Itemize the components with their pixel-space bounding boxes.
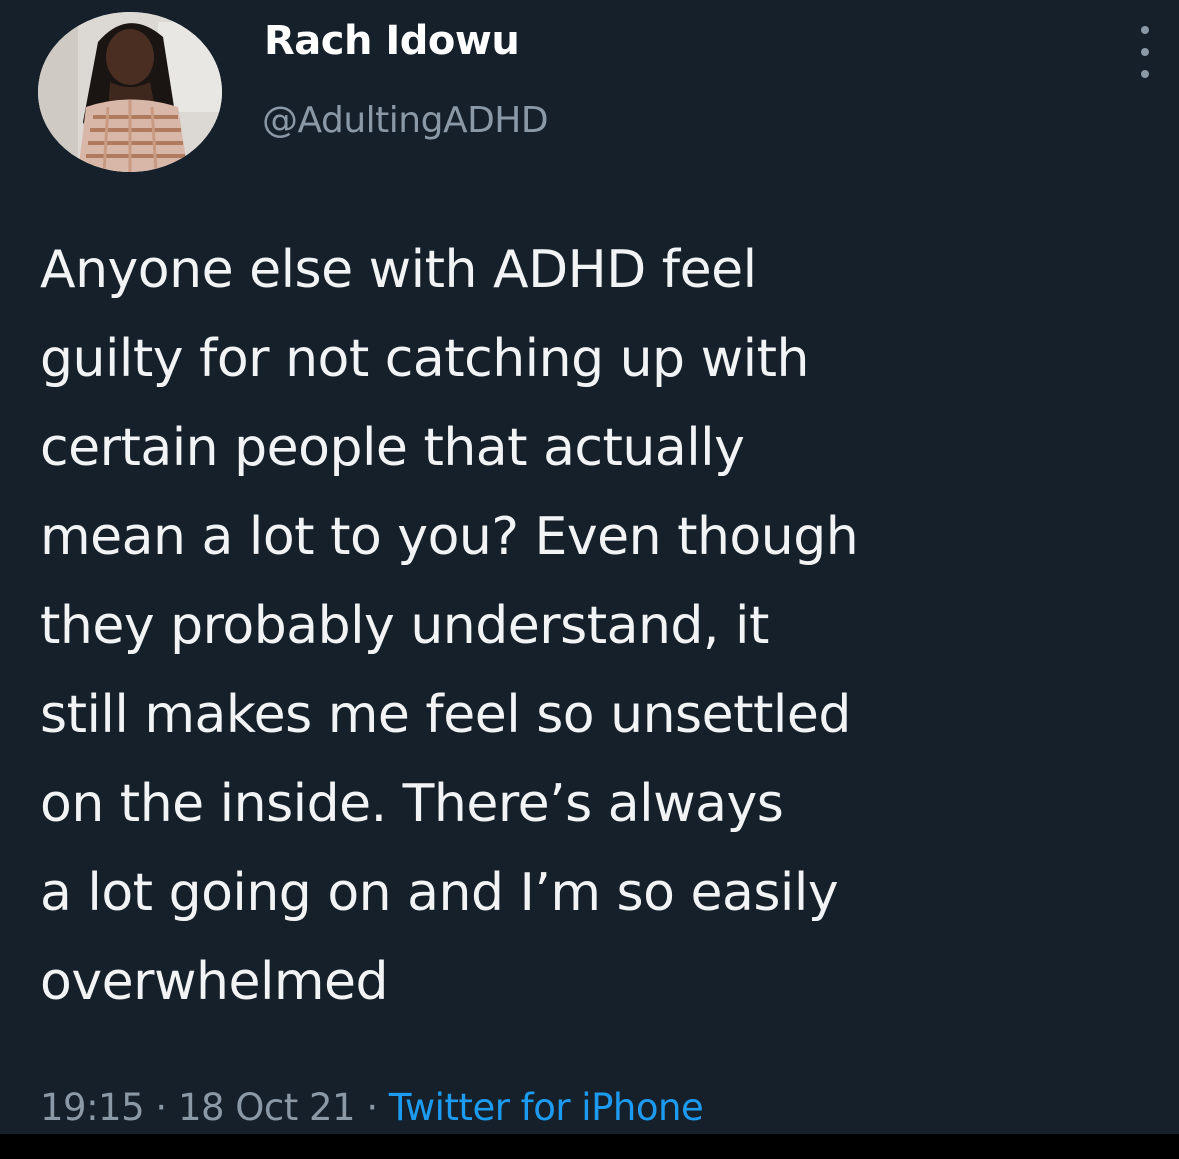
more-options-button[interactable] <box>1130 22 1160 82</box>
tweet-meta: 19:15 · 18 Oct 21 · Twitter for iPhone <box>40 1086 704 1129</box>
tweet-text-line: certain people that actually <box>40 418 745 478</box>
tweet-text-line: still makes me feel so unsettled <box>40 685 851 745</box>
meta-separator: · <box>155 1086 167 1129</box>
author-display-name[interactable]: Rach Idowu <box>264 18 520 64</box>
meta-separator: · <box>366 1086 378 1129</box>
profile-photo-icon <box>38 12 222 172</box>
tweet-text-line: they probably understand, it <box>40 596 769 656</box>
more-vertical-icon <box>1141 70 1149 78</box>
tweet-text-line: on the inside. There’s always <box>40 774 784 834</box>
avatar[interactable] <box>38 12 222 172</box>
tweet-source-link[interactable]: Twitter for iPhone <box>389 1086 704 1129</box>
tweet-text-line: mean a lot to you? Even though <box>40 507 859 567</box>
tweet-text-line: a lot going on and I’m so easily <box>40 863 839 923</box>
more-vertical-icon <box>1141 26 1149 34</box>
tweet-time[interactable]: 19:15 <box>40 1086 145 1129</box>
bottom-border <box>0 1134 1179 1159</box>
tweet-date[interactable]: 18 Oct 21 <box>178 1086 356 1129</box>
tweet-card: Rach Idowu @AdultingADHD Anyone else wit… <box>0 0 1179 1134</box>
tweet-text: Anyone else with ADHD feel guilty for no… <box>40 226 1160 1027</box>
author-handle[interactable]: @AdultingADHD <box>262 100 549 141</box>
tweet-text-line: overwhelmed <box>40 952 389 1012</box>
tweet-text-line: Anyone else with ADHD feel <box>40 240 757 300</box>
tweet-text-line: guilty for not catching up with <box>40 329 809 389</box>
more-vertical-icon <box>1141 48 1149 56</box>
